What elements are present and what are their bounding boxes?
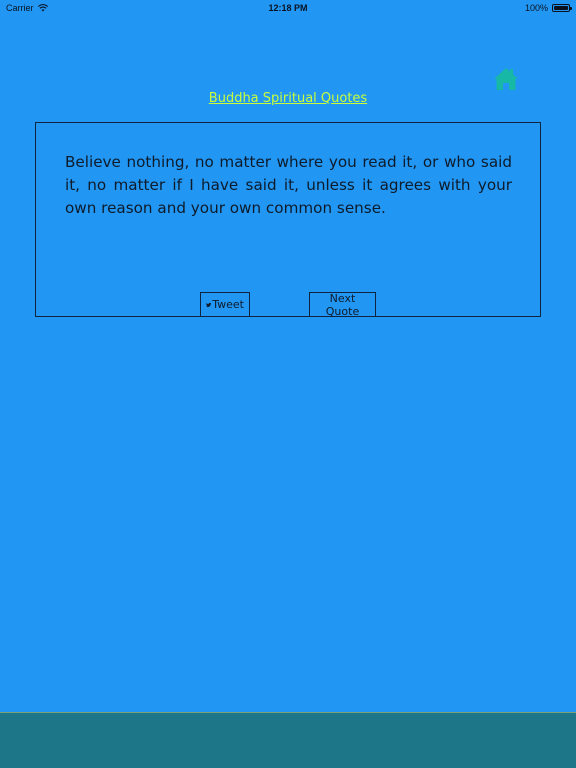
home-icon [494, 68, 518, 90]
status-bar: Carrier 12:18 PM 100% [0, 0, 576, 16]
quote-text: Believe nothing, no matter where you rea… [65, 153, 512, 217]
battery-icon [552, 4, 572, 12]
title-link[interactable]: Buddha Spiritual Quotes [209, 91, 367, 106]
status-right: 100% [524, 3, 572, 13]
next-quote-label: Next Quote [325, 291, 360, 318]
bottom-bar [0, 712, 576, 768]
tweet-label: Tweet [212, 298, 244, 311]
status-time: 12:18 PM [268, 3, 308, 13]
twitter-bird-icon [206, 302, 212, 307]
battery-percent: 100% [524, 3, 548, 13]
next-quote-button[interactable]: Next Quote [309, 291, 376, 318]
home-button[interactable] [493, 66, 519, 92]
battery-fill [554, 6, 568, 10]
quote-card: Believe nothing, no matter where you rea… [35, 122, 541, 318]
tweet-button[interactable]: Tweet [200, 292, 250, 317]
page-title: Buddha Spiritual Quotes [0, 91, 576, 106]
